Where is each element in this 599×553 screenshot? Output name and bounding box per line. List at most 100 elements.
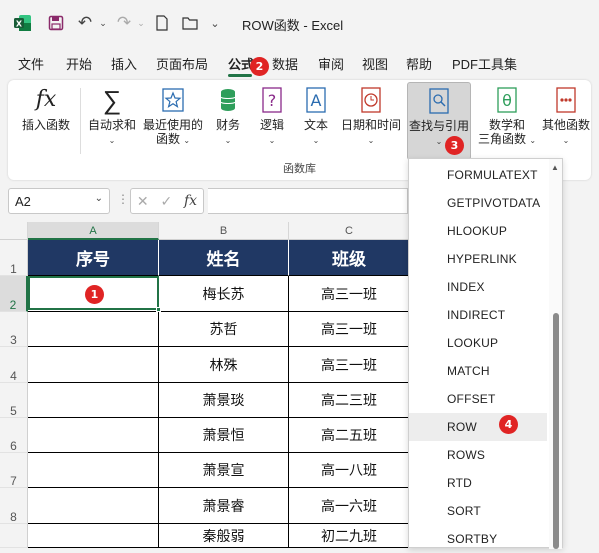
table-cell[interactable]: 高三一班 — [289, 347, 410, 383]
insert-function-button[interactable]: fx 插入函数 — [16, 86, 76, 132]
table-cell[interactable]: 高三一班 — [289, 276, 410, 312]
function-item-hlookup[interactable]: HLOOKUP — [409, 217, 547, 245]
tab-file[interactable]: 文件 — [18, 54, 44, 73]
function-item-indirect[interactable]: INDIRECT — [409, 301, 547, 329]
table-cell[interactable] — [28, 453, 159, 488]
theta-icon: θ — [495, 86, 519, 114]
function-item-offset[interactable]: OFFSET — [409, 385, 547, 413]
row-header[interactable]: 7 — [0, 453, 28, 488]
row-header[interactable]: 4 — [0, 347, 28, 383]
name-box[interactable]: A2 ⌄ — [8, 188, 110, 214]
function-item-row[interactable]: ROW — [409, 413, 547, 441]
svg-text:X: X — [16, 20, 23, 29]
text-button[interactable]: A 文本 ⌄ — [298, 86, 334, 148]
table-cell[interactable] — [28, 524, 159, 548]
autosum-button[interactable]: ∑ 自动求和 ⌄ — [84, 86, 140, 148]
function-item-rtd[interactable]: RTD — [409, 469, 547, 497]
row-header[interactable]: 5 — [0, 383, 28, 418]
cancel-icon[interactable]: ✕ — [137, 193, 149, 210]
function-item-formulatext[interactable]: FORMULATEXT — [409, 161, 547, 189]
save-icon[interactable] — [46, 12, 66, 34]
tab-pdf-tools[interactable]: PDF工具集 — [452, 54, 517, 73]
table-cell[interactable] — [28, 383, 159, 418]
row-header[interactable]: 1 — [0, 240, 28, 276]
new-file-icon[interactable] — [152, 12, 172, 34]
table-cell[interactable]: 高二五班 — [289, 418, 410, 453]
chevron-down-icon: ⌄ — [108, 136, 116, 145]
header-cell[interactable]: 姓名 — [159, 240, 289, 276]
scroll-thumb[interactable] — [553, 313, 559, 549]
math-trig-button[interactable]: θ 数学和 三角函数 ⌄ — [476, 86, 538, 148]
function-item-index[interactable]: INDEX — [409, 273, 547, 301]
table-cell[interactable] — [28, 418, 159, 453]
confirm-icon[interactable]: ✓ — [160, 193, 172, 210]
tab-data[interactable]: 数据 — [272, 54, 298, 73]
tab-home[interactable]: 开始 — [66, 54, 92, 73]
table-cell[interactable]: 高二三班 — [289, 383, 410, 418]
formula-bar-grip[interactable]: ⋮ — [117, 192, 129, 206]
header-cell[interactable]: 序号 — [28, 240, 159, 276]
table-cell[interactable]: 萧景宣 — [159, 453, 289, 488]
tab-view[interactable]: 视图 — [362, 54, 388, 73]
row-header[interactable]: 8 — [0, 488, 28, 524]
table-cell[interactable] — [28, 488, 159, 524]
row-header[interactable]: 2 — [0, 276, 28, 312]
function-item-hyperlink[interactable]: HYPERLINK — [409, 245, 547, 273]
function-item-lookup[interactable]: LOOKUP — [409, 329, 547, 357]
function-item-rows[interactable]: ROWS — [409, 441, 547, 469]
function-item-sort[interactable]: SORT — [409, 497, 547, 525]
table-cell[interactable]: 萧景睿 — [159, 488, 289, 524]
spreadsheet-grid: A B C 1 序号 姓名 班级 2 梅长苏 高三一班 3 苏哲 高三一班 4 林殊 高三一班 5 萧景琰高… — [0, 222, 410, 548]
header-cell[interactable]: 班级 — [289, 240, 410, 276]
table-cell[interactable]: 萧景恒 — [159, 418, 289, 453]
undo-icon[interactable]: ↶ — [74, 12, 96, 34]
undo-dropdown-icon[interactable]: ⌄ — [98, 12, 108, 34]
table-cell[interactable] — [28, 347, 159, 383]
tab-review[interactable]: 审阅 — [318, 54, 344, 73]
column-header-a[interactable]: A — [28, 222, 159, 240]
lookup-reference-dropdown: FORMULATEXT GETPIVOTDATA HLOOKUP HYPERLINK I… — [408, 158, 563, 549]
fill-handle[interactable] — [156, 307, 161, 312]
redo-dropdown-icon[interactable]: ⌄ — [136, 12, 146, 34]
logical-button[interactable]: ? 逻辑 ⌄ — [254, 86, 290, 148]
table-cell[interactable]: 初二九班 — [289, 524, 410, 548]
scroll-up-icon[interactable]: ▲ — [551, 163, 559, 172]
column-header-c[interactable]: C — [289, 222, 410, 240]
table-cell[interactable]: 高三一班 — [289, 312, 410, 347]
redo-icon[interactable]: ↷ — [113, 12, 135, 34]
select-all-corner[interactable] — [0, 222, 28, 240]
table-cell[interactable]: 高一八班 — [289, 453, 410, 488]
row-header[interactable] — [0, 524, 28, 548]
function-item-getpivotdata[interactable]: GETPIVOTDATA — [409, 189, 547, 217]
chevron-down-icon[interactable]: ⌄ — [95, 193, 103, 204]
table-cell[interactable]: 萧景琰 — [159, 383, 289, 418]
table-cell[interactable]: 秦般弱 — [159, 524, 289, 548]
open-folder-icon[interactable] — [180, 12, 200, 34]
table-cell[interactable]: 梅长苏 — [159, 276, 289, 312]
table-cell[interactable]: 高一六班 — [289, 488, 410, 524]
quick-access-dropdown-icon[interactable]: ⌄ — [208, 12, 222, 34]
table-cell[interactable] — [28, 312, 159, 347]
tab-help[interactable]: 帮助 — [406, 54, 432, 73]
table-cell[interactable]: 林殊 — [159, 347, 289, 383]
tab-page-layout[interactable]: 页面布局 — [156, 54, 208, 73]
row-header[interactable]: 6 — [0, 418, 28, 453]
tab-insert[interactable]: 插入 — [111, 54, 137, 73]
formula-input[interactable] — [208, 188, 408, 214]
column-header-b[interactable]: B — [159, 222, 289, 240]
formula-bar-buttons: ✕ ✓ fx — [130, 188, 204, 214]
table-cell[interactable]: 苏哲 — [159, 312, 289, 347]
row-header[interactable]: 3 — [0, 312, 28, 347]
dropdown-scrollbar[interactable]: ▲ — [549, 159, 562, 549]
function-item-sortby[interactable]: SORTBY — [409, 525, 547, 553]
financial-button[interactable]: 财务 ⌄ — [210, 86, 246, 148]
ribbon-separator — [80, 88, 81, 154]
more-functions-button[interactable]: 其他函数 ⌄ — [538, 86, 594, 148]
active-tab-indicator — [228, 74, 252, 77]
datetime-button[interactable]: 日期和时间 ⌄ — [338, 86, 404, 148]
fx-icon[interactable]: fx — [184, 193, 197, 209]
chevron-down-icon: ⌄ — [268, 136, 276, 145]
function-item-match[interactable]: MATCH — [409, 357, 547, 385]
column-headers: A B C — [0, 222, 410, 240]
recently-used-button[interactable]: 最近使用的 函数 ⌄ — [140, 86, 206, 148]
